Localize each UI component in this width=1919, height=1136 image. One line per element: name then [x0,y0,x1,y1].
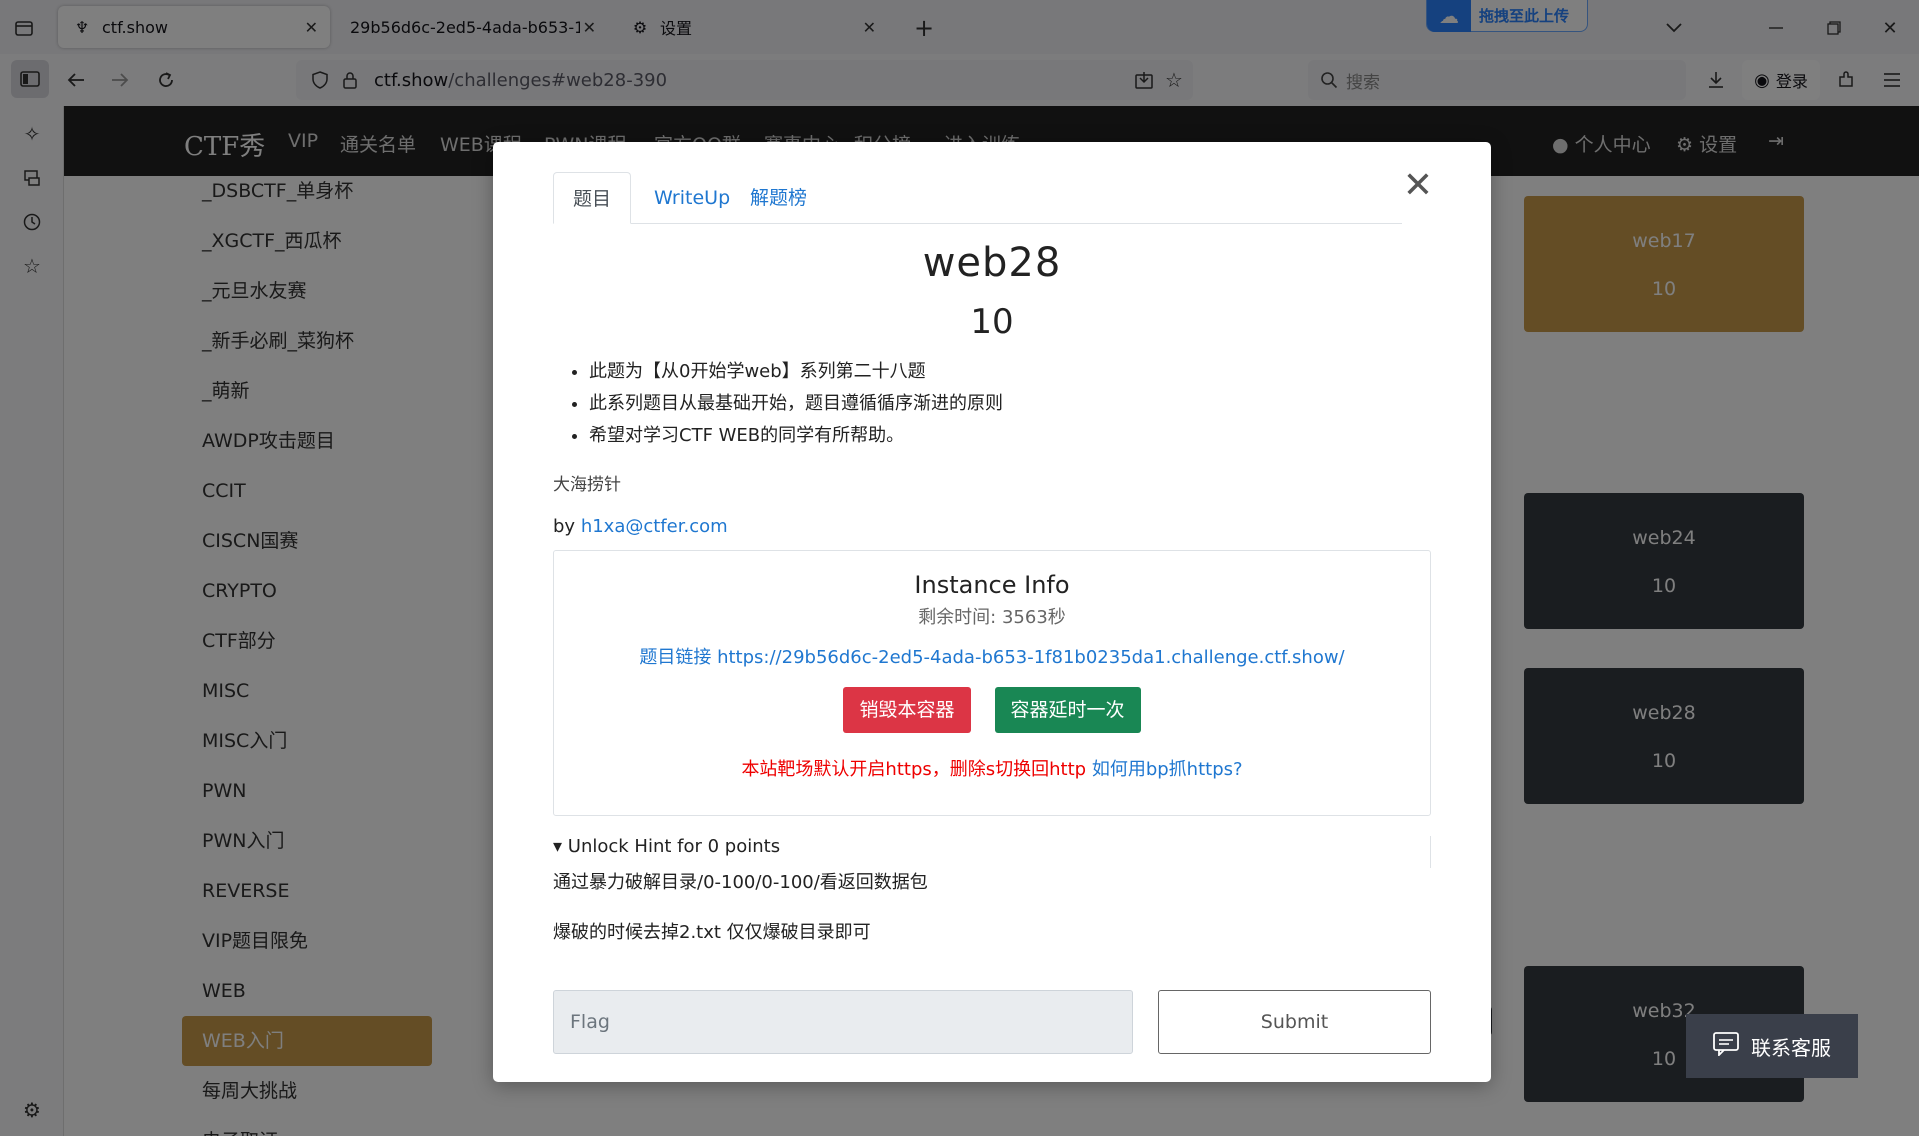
caret-down-icon: ▾ [553,836,563,857]
close-icon[interactable]: ✕ [1403,168,1433,204]
divider [1430,836,1431,868]
hint-toggle[interactable]: ▾ Unlock Hint for 0 points [553,836,780,857]
tab-solves[interactable]: 解题榜 [731,172,826,224]
challenge-description: 此题为【从0开始学web】系列第二十八题 此系列题目从最基础开始，题目遵循循序渐… [573,356,1003,452]
instance-remaining-time: 剩余时间: 3563秒 [918,607,1066,628]
instance-buttons: 销毁本容器 容器延时一次 [554,687,1430,733]
instance-info-panel: Instance Info 剩余时间: 3563秒 题目链接 https://2… [553,550,1431,816]
destroy-container-button[interactable]: 销毁本容器 [843,687,971,733]
contact-service-label: 联系客服 [1751,1035,1831,1060]
challenge-score: 10 [970,302,1014,342]
description-item: 此题为【从0开始学web】系列第二十八题 [589,356,1003,388]
contact-service-button[interactable]: 联系客服 [1686,1014,1858,1078]
modal-tabs: 题目 WriteUp 解题榜 [553,172,1402,224]
bp-https-help-link[interactable]: 如何用bp抓https? [1092,759,1243,780]
flag-input[interactable] [553,990,1133,1054]
extend-container-button[interactable]: 容器延时一次 [994,687,1141,733]
challenge-modal: ✕ 题目 WriteUp 解题榜 web28 10 此题为【从0开始学web】系… [493,142,1491,1082]
instance-link[interactable]: 题目链接 https://29b56d6c-2ed5-4ada-b653-1f8… [554,643,1430,669]
hint-text: 爆破的时候去掉2.txt 仅仅爆破目录即可 [553,922,871,943]
description-item: 希望对学习CTF WEB的同学有所帮助。 [589,420,1003,452]
challenge-author-line: by h1xa@ctfer.com [553,516,728,537]
instance-title: Instance Info [914,571,1070,599]
chat-bubble-icon [1713,1031,1739,1061]
tab-challenge[interactable]: 题目 [553,172,632,224]
hint-text: 通过暴力破解目录/0-100/0-100/看返回数据包 [553,872,928,893]
https-warning: 本站靶场默认开启https，删除s切换回http [741,759,1087,780]
description-item: 此系列题目从最基础开始，题目遵循循序渐进的原则 [589,388,1003,420]
challenge-title: web28 [922,240,1062,286]
by-prefix: by [553,516,576,537]
author-email-link[interactable]: h1xa@ctfer.com [581,516,728,537]
challenge-author-name: 大海捞针 [553,475,621,495]
https-note: 本站靶场默认开启https，删除s切换回http 如何用bp抓https? [554,755,1430,781]
hint-summary-label: Unlock Hint for 0 points [567,836,781,857]
submit-button[interactable]: Submit [1158,990,1431,1054]
